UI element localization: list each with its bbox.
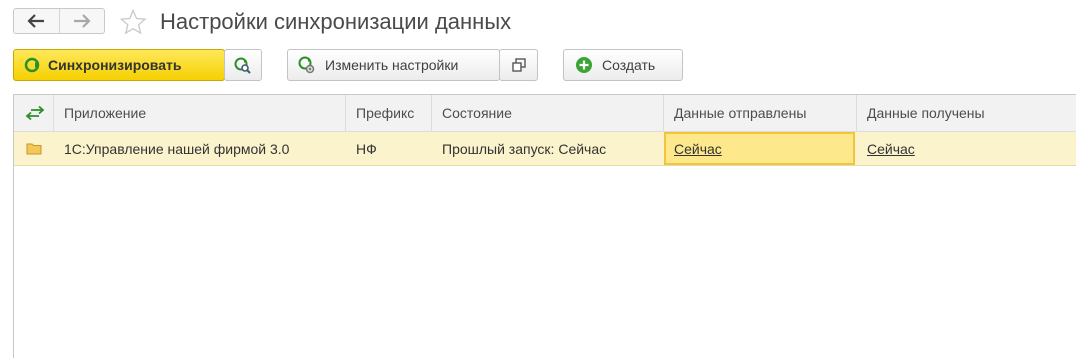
page-title: Настройки синхронизации данных	[160, 9, 512, 34]
column-header-prefix[interactable]: Префикс	[346, 95, 432, 131]
state-cell[interactable]: Прошлый запуск: Сейчас	[432, 132, 664, 165]
sync-now-button[interactable]	[224, 49, 262, 81]
favorite-button[interactable]	[118, 8, 148, 36]
folder-icon	[26, 143, 42, 155]
data-received-cell[interactable]: Сейчас	[857, 132, 1076, 165]
table-row[interactable]: 1С:Управление нашей фирмой 3.0 НФ Прошлы…	[14, 132, 1076, 166]
edit-settings-button[interactable]: Изменить настройки	[287, 49, 500, 81]
data-received-link[interactable]: Сейчас	[867, 141, 915, 157]
sync-button-label: Синхронизировать	[48, 57, 182, 73]
sync-button[interactable]: Синхронизировать	[13, 49, 225, 81]
exchange-column-header[interactable]	[14, 95, 54, 131]
plus-circle-icon	[575, 56, 593, 74]
data-sent-cell[interactable]: Сейчас	[664, 132, 855, 165]
sync-icon	[24, 56, 42, 74]
new-window-icon	[511, 58, 526, 72]
title-bar: Настройки синхронизации данных	[0, 0, 1076, 44]
column-header-application[interactable]: Приложение	[54, 95, 346, 131]
exchange-arrows-icon	[25, 105, 45, 121]
forward-button[interactable]	[58, 9, 105, 33]
column-header-data-sent[interactable]: Данные отправлены	[664, 95, 857, 131]
data-sent-link[interactable]: Сейчас	[674, 141, 722, 157]
back-arrow-icon	[27, 14, 45, 28]
refresh-search-icon	[233, 55, 253, 75]
edit-settings-label: Изменить настройки	[325, 57, 459, 73]
row-icon-cell	[14, 132, 54, 165]
column-header-data-received[interactable]: Данные получены	[857, 95, 1076, 131]
open-window-button[interactable]	[499, 49, 538, 81]
create-button-label: Создать	[602, 57, 656, 73]
prefix-cell[interactable]: НФ	[346, 132, 432, 165]
table-header: Приложение Префикс Состояние Данные отпр…	[14, 95, 1076, 132]
settings-refresh-icon	[297, 55, 317, 75]
forward-arrow-icon	[73, 14, 91, 28]
column-header-state[interactable]: Состояние	[432, 95, 664, 131]
back-button[interactable]	[14, 9, 59, 33]
nav-buttons	[13, 8, 105, 34]
sync-settings-table: Приложение Префикс Состояние Данные отпр…	[13, 94, 1076, 358]
application-cell[interactable]: 1С:Управление нашей фирмой 3.0	[54, 132, 346, 165]
create-button[interactable]: Создать	[563, 49, 683, 81]
star-icon	[119, 9, 147, 35]
